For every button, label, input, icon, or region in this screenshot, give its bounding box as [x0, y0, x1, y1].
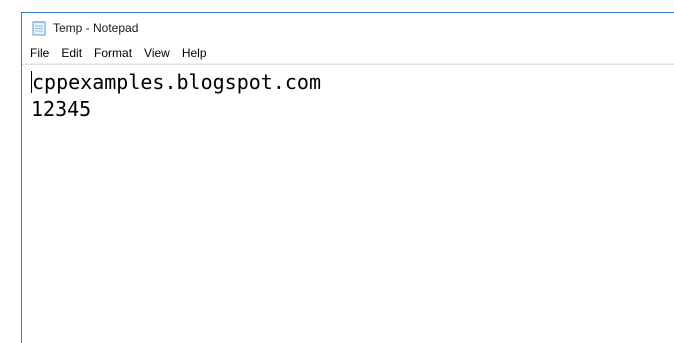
menu-view[interactable]: View	[138, 44, 176, 62]
menu-file[interactable]: File	[24, 44, 55, 62]
title-bar[interactable]: Temp - Notepad	[22, 13, 674, 42]
menu-help[interactable]: Help	[176, 44, 213, 62]
text-editor[interactable]: cppexamples.blogspot.com 12345	[22, 64, 674, 343]
editor-line-2: 12345	[31, 97, 92, 121]
menu-bar: File Edit Format View Help	[22, 42, 674, 64]
notepad-window: Temp - Notepad File Edit Format View Hel…	[21, 12, 674, 343]
window-title: Temp - Notepad	[53, 20, 139, 35]
editor-line-1: cppexamples.blogspot.com	[31, 69, 674, 96]
menu-edit[interactable]: Edit	[55, 44, 88, 62]
editor-line-1-text: cppexamples.blogspot.com	[32, 70, 321, 94]
menu-format[interactable]: Format	[88, 44, 138, 62]
notepad-icon	[31, 20, 47, 36]
